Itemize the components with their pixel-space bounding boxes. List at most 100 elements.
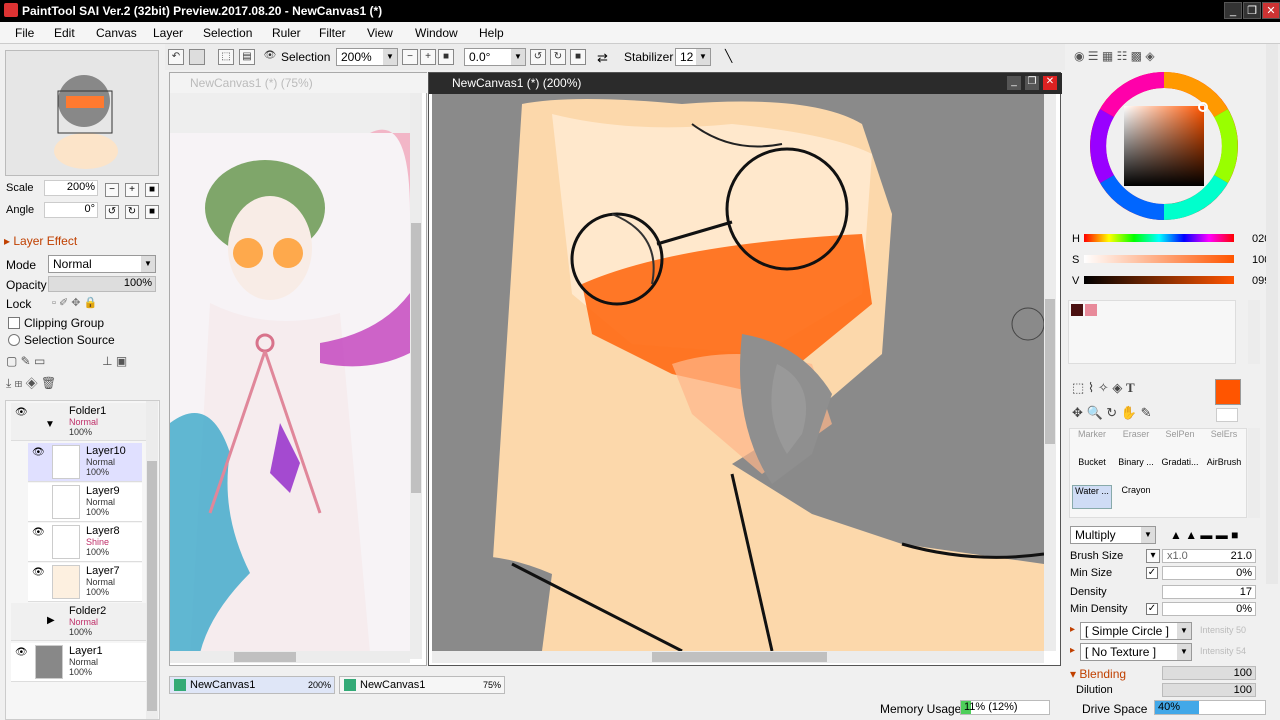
scrollbar-thumb[interactable]	[147, 461, 157, 711]
angle-reset-button[interactable]: ■	[145, 205, 159, 219]
swatch[interactable]	[1071, 304, 1083, 316]
canvas-200-vscroll[interactable]	[1044, 94, 1056, 651]
blending-expand[interactable]: ▾ Blending	[1070, 667, 1126, 681]
rotate-right-button[interactable]: ↻	[125, 205, 139, 219]
scale-plus-button[interactable]: +	[125, 183, 139, 197]
undo-icon[interactable]: ↶	[168, 49, 184, 65]
right-panel-scrollbar[interactable]	[1266, 44, 1278, 584]
menu-window[interactable]: Window	[415, 26, 458, 40]
layer-actions-row1[interactable]: ▢ ✎ ▭ ⊥ ▣	[6, 354, 127, 368]
color-mode-icons[interactable]: ◉ ☰ ▦ ☷ ▩ ◈	[1074, 49, 1155, 63]
density-slider[interactable]: 17	[1162, 585, 1256, 599]
flip-icon[interactable]: ⇄	[597, 50, 608, 66]
canvas-close-button[interactable]: ✕	[1043, 76, 1057, 90]
min-density-slider[interactable]: 0%	[1162, 602, 1256, 616]
swatch-grid[interactable]	[1068, 300, 1236, 364]
primary-color-swatch[interactable]	[1215, 379, 1241, 405]
visibility-eye-icon[interactable]: 👁	[15, 407, 29, 419]
layer-row-layer7[interactable]: 👁 Layer7 Normal 100%	[28, 563, 142, 602]
secondary-color-swatch[interactable]	[1216, 408, 1238, 422]
canvas-tab-75[interactable]: NewCanvas1 75%	[339, 676, 505, 694]
reference-artwork[interactable]	[170, 93, 410, 653]
deselect-icon[interactable]: ⬚	[218, 49, 234, 65]
canvas-75-vscroll[interactable]	[410, 93, 422, 659]
menu-canvas[interactable]: Canvas	[96, 26, 137, 40]
close-button[interactable]: ✕	[1262, 2, 1280, 19]
navigator-preview[interactable]	[5, 50, 159, 176]
selection-tools-row[interactable]: ⬚ ⌇ ✧ ◈ T	[1072, 380, 1135, 396]
scrollbar-thumb[interactable]	[652, 652, 827, 662]
hue-slider[interactable]	[1084, 234, 1234, 242]
scale-reset-button[interactable]: ■	[145, 183, 159, 197]
min-size-slider[interactable]: 0%	[1162, 566, 1256, 580]
opacity-slider[interactable]: 100%	[48, 276, 156, 292]
brush-shape-select[interactable]: [ Simple Circle ] ▼	[1080, 622, 1192, 640]
folder-expand-icon[interactable]: ▼	[45, 419, 55, 430]
tool-grid-scrollbar[interactable]	[1248, 428, 1260, 518]
layer-row-layer9[interactable]: Layer9 Normal 100%	[28, 483, 142, 522]
tool-gradation[interactable]: Gradati...	[1160, 457, 1200, 481]
layer-actions-row2[interactable]: ⤓ ⊞ ◈ 🗑	[6, 376, 56, 391]
min-density-checkbox[interactable]: ✓	[1146, 603, 1158, 615]
menu-help[interactable]: Help	[479, 26, 504, 40]
brush-texture-expand-icon[interactable]: ▸	[1070, 645, 1075, 656]
tool-binary[interactable]: Binary ...	[1116, 457, 1156, 481]
scrollbar-thumb[interactable]	[1045, 299, 1055, 444]
canvas-tab-200[interactable]: NewCanvas1 200%	[169, 676, 335, 694]
menu-view[interactable]: View	[367, 26, 393, 40]
min-size-checkbox[interactable]: ✓	[1146, 567, 1158, 579]
layer-list-scrollbar[interactable]	[146, 401, 158, 719]
swatch[interactable]	[1085, 304, 1097, 316]
layer-row-folder1[interactable]: 👁 ▼ Folder1 Normal 100%	[11, 403, 147, 441]
layer-effect-toggle[interactable]: ▸ Layer Effect	[4, 234, 77, 248]
brush-texture-select[interactable]: [ No Texture ] ▼	[1080, 643, 1192, 661]
rotate-cw-icon[interactable]: ↻	[550, 49, 566, 65]
tool-marker[interactable]: Marker	[1072, 429, 1112, 441]
layer-row-layer10[interactable]: 👁 Layer10 Normal 100%	[28, 443, 142, 482]
brush-size-slider[interactable]: x1.0 21.0	[1162, 549, 1256, 563]
blend-mode-select[interactable]: Normal ▼	[48, 255, 156, 273]
redo-icon[interactable]	[189, 49, 205, 65]
menu-file[interactable]: File	[15, 26, 34, 40]
scrollbar-thumb[interactable]	[411, 223, 421, 493]
tool-bucket[interactable]: Bucket	[1072, 457, 1112, 481]
rotate-reset-icon[interactable]: ■	[570, 49, 586, 65]
canvas-minimize-button[interactable]: _	[1007, 76, 1021, 90]
value-slider[interactable]	[1084, 276, 1234, 284]
brush-size-stepper[interactable]: ▾	[1146, 549, 1160, 563]
angle-slider[interactable]: 0°	[44, 202, 98, 218]
clipping-group-checkbox[interactable]	[8, 317, 20, 329]
line-tool-icon[interactable]: ╲	[725, 49, 732, 63]
layer-row-folder2[interactable]: ▶ Folder2 Normal 100%	[11, 603, 147, 641]
folder-collapse-icon[interactable]: ▶	[47, 615, 55, 626]
invert-selection-icon[interactable]: ▤	[239, 49, 255, 65]
menu-filter[interactable]: Filter	[319, 26, 346, 40]
menu-selection[interactable]: Selection	[203, 26, 252, 40]
maximize-button[interactable]: ❐	[1243, 2, 1261, 19]
menu-ruler[interactable]: Ruler	[272, 26, 301, 40]
selection-source-radio[interactable]	[8, 334, 20, 346]
tool-eraser[interactable]: Eraser	[1116, 429, 1156, 441]
scale-slider[interactable]: 200%	[44, 180, 98, 196]
rotate-ccw-icon[interactable]: ↺	[530, 49, 546, 65]
rotate-left-button[interactable]: ↺	[105, 205, 119, 219]
brush-shape-presets[interactable]: ▲ ▲ ▬ ▬ ■	[1170, 528, 1238, 542]
main-artwork[interactable]	[432, 94, 1044, 651]
brush-shape-expand-icon[interactable]: ▸	[1070, 624, 1075, 635]
swatch-scrollbar[interactable]	[1248, 300, 1260, 364]
blending-slider[interactable]: 100	[1162, 666, 1256, 680]
menu-edit[interactable]: Edit	[54, 26, 75, 40]
zoom-out-icon[interactable]: −	[402, 49, 418, 65]
eye-icon[interactable]: 👁	[262, 49, 278, 65]
canvas-maximize-button[interactable]: ❐	[1025, 76, 1039, 90]
layer-row-layer8[interactable]: 👁 Layer8 Shine 100%	[28, 523, 142, 562]
visibility-eye-icon[interactable]: 👁	[32, 447, 46, 459]
tool-selpen[interactable]: SelPen	[1160, 429, 1200, 441]
scale-minus-button[interactable]: −	[105, 183, 119, 197]
canvas-75-hscroll[interactable]	[170, 651, 410, 663]
zoom-in-icon[interactable]: +	[420, 49, 436, 65]
canvas-200-hscroll[interactable]	[432, 651, 1044, 663]
color-wheel[interactable]	[1088, 70, 1240, 222]
visibility-eye-icon[interactable]: 👁	[32, 567, 46, 579]
tool-crayon[interactable]: Crayon	[1116, 485, 1156, 509]
